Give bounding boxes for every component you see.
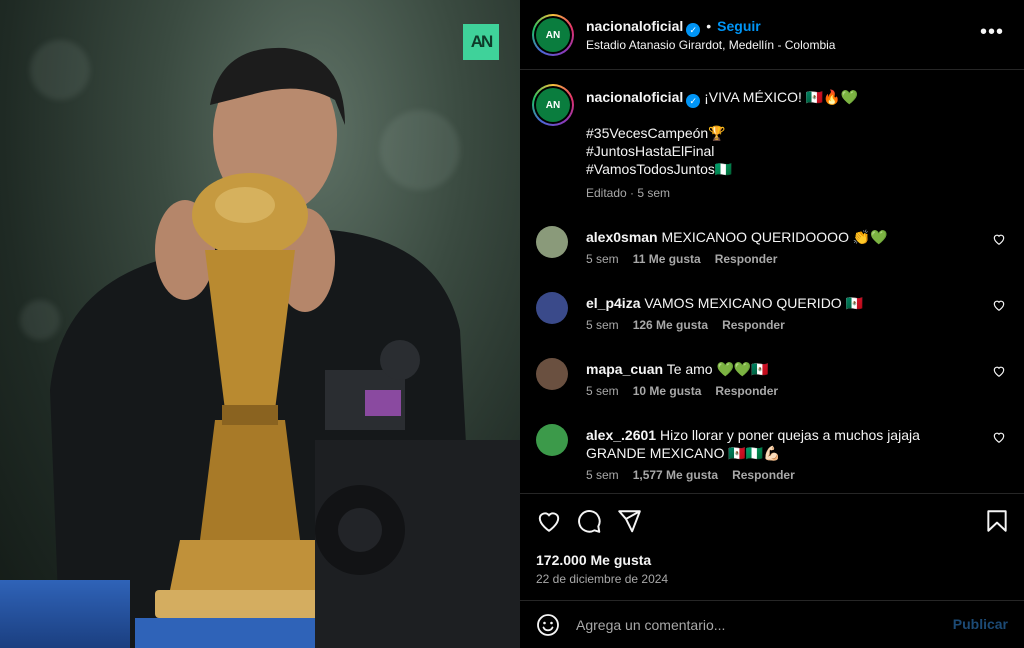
post-panel: AN nacionaloficial ✓ • Seguir Estadio Atana… [520,0,1024,648]
like-comment-heart-icon[interactable] [992,364,1006,378]
comment-meta: 5 sem 126 Me gusta Responder [586,318,785,332]
comment-likes[interactable]: 126 Me gusta [633,318,708,332]
emoji-smiley-icon[interactable] [536,613,560,637]
post-actions: 172.000 Me gusta 22 de diciembre de 2024 [520,493,1024,601]
comment-time: 5 sem [586,318,619,332]
comment-item: alex0sman MEXICANOO QUERIDOOOO 👏💚 5 sem 1… [536,226,1006,282]
like-comment-heart-icon[interactable] [992,430,1006,444]
comment-likes[interactable]: 1,577 Me gusta [633,468,718,482]
save-bookmark-icon[interactable] [984,508,1010,534]
caption-meta: Editado · 5 sem [586,186,671,200]
hashtag-link[interactable]: #35VecesCampeón🏆 [586,124,732,142]
comment-meta: 5 sem 1,577 Me gusta Responder [586,468,795,482]
comment-body: el_p4iza VAMOS MEXICANO QUERIDO 🇲🇽 [586,294,976,312]
comment-text: VAMOS MEXICANO QUERIDO 🇲🇽 [644,295,864,311]
author-username[interactable]: nacionaloficial [586,18,683,34]
caption-text-line: nacionaloficial ✓ ¡VIVA MÉXICO! 🇲🇽🔥💚 [586,88,986,108]
commenter-username[interactable]: el_p4iza [586,295,640,311]
comment-time: 5 sem [586,384,619,398]
hashtag-link[interactable]: #JuntosHastaElFinal [586,142,732,160]
commenter-username[interactable]: mapa_cuan [586,361,663,377]
comment-body: alex_.2601 Hizo llorar y poner quejas a … [586,426,976,462]
caption-username[interactable]: nacionaloficial [586,89,683,105]
like-comment-heart-icon[interactable] [992,298,1006,312]
comment-likes[interactable]: 11 Me gusta [633,252,701,266]
author-line: nacionaloficial ✓ • Seguir [586,18,761,37]
comment-bubble-icon[interactable] [576,508,602,534]
follow-button[interactable]: Seguir [717,18,761,34]
pitch-board [0,580,130,648]
commenter-username[interactable]: alex0sman [586,229,658,245]
brand-logo: AN [463,24,499,60]
commenter-username[interactable]: alex_.2601 [586,427,656,443]
commenter-avatar[interactable] [536,358,568,390]
more-options-icon[interactable]: ••• [980,22,1004,42]
like-heart-icon[interactable] [536,508,562,534]
post-header: AN nacionaloficial ✓ • Seguir Estadio Atana… [520,0,1024,70]
comment-likes[interactable]: 10 Me gusta [633,384,702,398]
comment-text: Te amo 💚💚🇲🇽 [666,361,769,377]
post-photo[interactable]: AN [0,0,520,648]
share-send-icon[interactable] [616,508,642,534]
verified-icon: ✓ [686,23,701,37]
caption-hashtags: #35VecesCampeón🏆 #JuntosHastaElFinal #Va… [586,124,732,178]
comment-composer: Publicar [520,602,1024,648]
caption-text: ¡VIVA MÉXICO! 🇲🇽🔥💚 [704,89,859,105]
reply-button[interactable]: Responder [715,252,778,266]
comment-text: MEXICANOO QUERIDOOOO 👏💚 [661,229,888,245]
publish-button[interactable]: Publicar [953,616,1008,632]
club-crest-icon: AN [536,88,570,122]
comment-time: 5 sem [586,252,619,266]
separator-dot: • [706,18,712,34]
reply-button[interactable]: Responder [732,468,795,482]
post-location[interactable]: Estadio Atanasio Girardot, Medellín - Co… [586,38,835,52]
like-comment-heart-icon[interactable] [992,232,1006,246]
comment-item: el_p4iza VAMOS MEXICANO QUERIDO 🇲🇽 5 sem… [536,292,1006,348]
comment-meta: 5 sem 11 Me gusta Responder [586,252,777,266]
reply-button[interactable]: Responder [715,384,778,398]
comment-meta: 5 sem 10 Me gusta Responder [586,384,778,398]
like-count[interactable]: 172.000 Me gusta [536,552,651,568]
comment-body: mapa_cuan Te amo 💚💚🇲🇽 [586,360,976,378]
commenter-avatar[interactable] [536,424,568,456]
hashtag-link[interactable]: #VamosTodosJuntos🇳🇬 [586,160,732,178]
author-avatar[interactable]: AN [532,14,574,56]
comment-item: mapa_cuan Te amo 💚💚🇲🇽 5 sem 10 Me gusta Re… [536,358,1006,414]
comment-input[interactable] [576,612,936,638]
verified-icon: ✓ [686,94,701,108]
trophy-scene-illustration [50,47,520,648]
club-crest-icon: AN [536,18,570,52]
comment-time: 5 sem [586,468,619,482]
reply-button[interactable]: Responder [722,318,785,332]
commenter-avatar[interactable] [536,226,568,258]
caption-avatar[interactable]: AN [532,84,574,126]
comment-body: alex0sman MEXICANOO QUERIDOOOO 👏💚 [586,228,976,246]
post-date: 22 de diciembre de 2024 [536,572,669,586]
comment-item: alex_.2601 Hizo llorar y poner quejas a … [536,424,1006,490]
commenter-avatar[interactable] [536,292,568,324]
